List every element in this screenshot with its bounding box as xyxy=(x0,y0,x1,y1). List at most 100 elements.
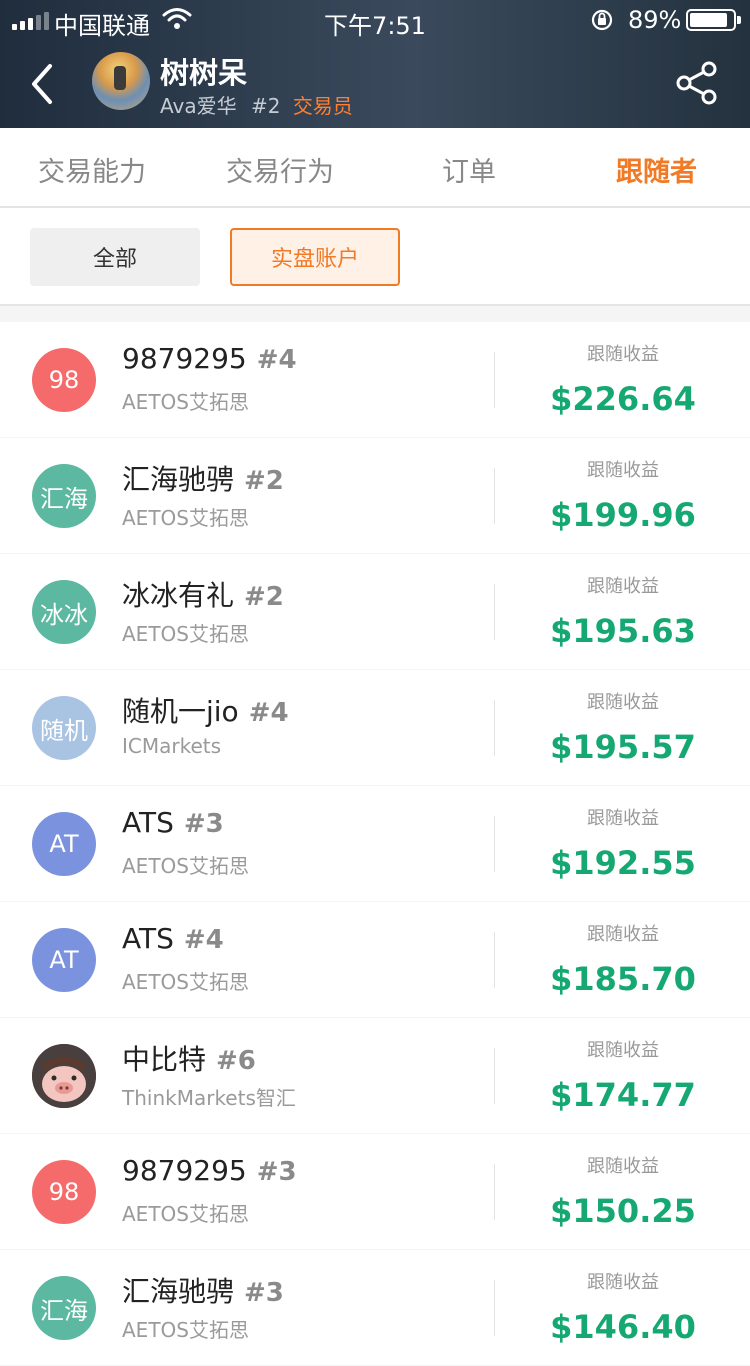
follower-rank: #3 xyxy=(183,809,224,839)
tab-bar: 交易能力 交易行为 订单 跟随者 xyxy=(0,128,750,208)
follower-name: 汇海驰骋 xyxy=(122,463,235,496)
follower-avatar: 随机 xyxy=(32,696,96,760)
follower-broker: AETOS艾拓思 xyxy=(122,622,249,646)
follower-broker: AETOS艾拓思 xyxy=(122,970,249,994)
follower-name-line: 冰冰有礼 #2 xyxy=(122,574,284,614)
follower-row[interactable]: 随机 随机一jio #4 ICMarkets 跟随收益 $195.57 xyxy=(0,670,750,786)
filter-bar: 全部 实盘账户 xyxy=(0,208,750,306)
follower-name-line: 9879295 #3 xyxy=(122,1154,297,1187)
profit-value: $192.55 xyxy=(550,844,696,882)
follower-rank: #3 xyxy=(244,1278,284,1308)
trader-subtitle: Ava爱华 #2 交易员 xyxy=(160,90,353,119)
follower-name-line: ATS #4 xyxy=(122,922,224,955)
filter-all-button[interactable]: 全部 xyxy=(30,228,200,286)
profit-label: 跟随收益 xyxy=(587,1040,659,1061)
back-button[interactable] xyxy=(20,56,64,112)
follower-row[interactable]: AT ATS #3 AETOS艾拓思 跟随收益 $192.55 xyxy=(0,786,750,902)
row-divider xyxy=(494,1048,495,1104)
rotation-lock-icon xyxy=(591,9,613,31)
row-divider xyxy=(494,352,495,408)
chevron-left-icon xyxy=(32,64,52,104)
follower-name: 冰冰有礼 xyxy=(122,579,235,612)
profit-label: 跟随收益 xyxy=(587,1156,659,1177)
follower-name: 9879295 xyxy=(122,1154,247,1187)
profit-label: 跟随收益 xyxy=(587,460,659,481)
follower-avatar: AT xyxy=(32,812,96,876)
tab-orders[interactable]: 订单 xyxy=(442,150,496,189)
row-divider xyxy=(494,700,495,756)
follower-rank: #4 xyxy=(183,925,224,955)
follower-name-line: 随机一jio #4 xyxy=(122,690,289,730)
follower-name: ATS xyxy=(122,806,174,839)
profit-value: $195.57 xyxy=(550,728,696,766)
battery-percent: 89% xyxy=(628,6,682,34)
follower-rank: #3 xyxy=(256,1157,297,1187)
follower-list: 98 9879295 #4 AETOS艾拓思 跟随收益 $226.64 汇海 汇海… xyxy=(0,322,750,1366)
follower-rank: #4 xyxy=(256,345,297,375)
share-icon xyxy=(676,61,717,105)
follower-name-line: 9879295 #4 xyxy=(122,342,297,375)
follower-row[interactable]: 98 9879295 #3 AETOS艾拓思 跟随收益 $150.25 xyxy=(0,1134,750,1250)
follower-name-line: 汇海驰骋 #2 xyxy=(122,458,284,498)
follower-broker: ICMarkets xyxy=(122,734,222,758)
follower-name: 9879295 xyxy=(122,342,247,375)
follower-name: ATS xyxy=(122,922,174,955)
profit-value: $150.25 xyxy=(550,1192,696,1230)
follower-rank: #2 xyxy=(244,466,284,496)
profit-value: $174.77 xyxy=(550,1076,696,1114)
follower-broker: AETOS艾拓思 xyxy=(122,390,249,414)
follower-row[interactable]: 汇海 汇海驰骋 #2 AETOS艾拓思 跟随收益 $199.96 xyxy=(0,438,750,554)
follower-avatar: 98 xyxy=(32,348,96,412)
follower-avatar: 汇海 xyxy=(32,1276,96,1340)
profit-label: 跟随收益 xyxy=(587,576,659,597)
filter-live-account-button[interactable]: 实盘账户 xyxy=(230,228,400,286)
follower-name-line: 中比特 #6 xyxy=(122,1038,256,1078)
profit-value: $146.40 xyxy=(550,1308,696,1346)
row-divider xyxy=(494,1280,495,1336)
row-divider xyxy=(494,584,495,640)
profit-value: $185.70 xyxy=(550,960,696,998)
follower-name: 随机一jio xyxy=(122,695,239,728)
follower-broker: ThinkMarkets智汇 xyxy=(122,1086,296,1110)
trader-avatar[interactable] xyxy=(92,52,150,110)
profit-value: $195.63 xyxy=(550,612,696,650)
follower-row[interactable]: 汇海 汇海驰骋 #3 AETOS艾拓思 跟随收益 $146.40 xyxy=(0,1250,750,1366)
follower-name: 汇海驰骋 xyxy=(122,1275,235,1308)
follower-name-line: 汇海驰骋 #3 xyxy=(122,1270,284,1310)
battery-icon xyxy=(686,9,741,31)
trader-alias: Ava爱华 xyxy=(160,94,237,118)
profit-label: 跟随收益 xyxy=(587,1272,659,1293)
row-divider xyxy=(494,816,495,872)
trader-name: 树树呆 xyxy=(160,56,248,90)
follower-rank: #6 xyxy=(216,1046,256,1076)
profit-value: $226.64 xyxy=(550,380,696,418)
follower-row[interactable]: 98 9879295 #4 AETOS艾拓思 跟随收益 $226.64 xyxy=(0,322,750,438)
share-button[interactable] xyxy=(674,60,720,106)
follower-name-line: ATS #3 xyxy=(122,806,224,839)
follower-avatar: AT xyxy=(32,928,96,992)
tab-trading-behavior[interactable]: 交易行为 xyxy=(226,150,334,189)
follower-avatar: 98 xyxy=(32,1160,96,1224)
tab-followers[interactable]: 跟随者 xyxy=(616,150,697,189)
tab-trading-ability[interactable]: 交易能力 xyxy=(38,150,146,189)
status-bar: 中国联通 下午7:51 89% xyxy=(0,0,750,42)
follower-broker: AETOS艾拓思 xyxy=(122,1202,249,1226)
profit-label: 跟随收益 xyxy=(587,924,659,945)
follower-avatar xyxy=(32,1044,96,1108)
follower-row[interactable]: 冰冰 冰冰有礼 #2 AETOS艾拓思 跟随收益 $195.63 xyxy=(0,554,750,670)
app-header: 中国联通 下午7:51 89% 树树呆 Ava爱华 #2 交易员 xyxy=(0,0,750,128)
follower-broker: AETOS艾拓思 xyxy=(122,506,249,530)
follower-rank: #2 xyxy=(244,582,284,612)
follower-broker: AETOS艾拓思 xyxy=(122,854,249,878)
profit-value: $199.96 xyxy=(550,496,696,534)
follower-broker: AETOS艾拓思 xyxy=(122,1318,249,1342)
profit-label: 跟随收益 xyxy=(587,692,659,713)
follower-name: 中比特 xyxy=(122,1043,207,1076)
follower-avatar: 汇海 xyxy=(32,464,96,528)
follower-row[interactable]: 中比特 #6 ThinkMarkets智汇 跟随收益 $174.77 xyxy=(0,1018,750,1134)
row-divider xyxy=(494,1164,495,1220)
battery-fill xyxy=(690,13,728,27)
follower-row[interactable]: AT ATS #4 AETOS艾拓思 跟随收益 $185.70 xyxy=(0,902,750,1018)
row-divider xyxy=(494,468,495,524)
trader-rank: #2 xyxy=(250,94,281,118)
